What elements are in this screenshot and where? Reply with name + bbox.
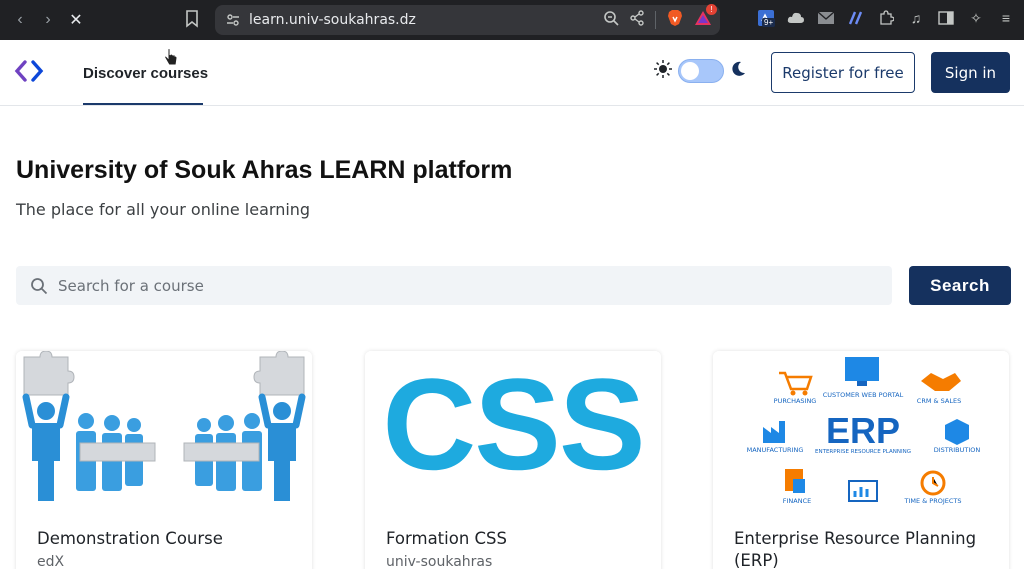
zoom-icon[interactable]	[603, 10, 619, 31]
page-title: University of Souk Ahras LEARN platform	[16, 156, 513, 184]
course-org: univ-soukahras	[386, 554, 493, 569]
share-icon[interactable]	[629, 9, 645, 31]
site-header: Discover courses Register for free Sign …	[0, 40, 1024, 106]
extension-icon[interactable]: 9+	[756, 8, 776, 28]
mail-icon[interactable]	[816, 8, 836, 28]
analytics-icon[interactable]	[846, 8, 866, 28]
erp-logo-text: ERP	[826, 410, 900, 451]
forward-icon[interactable]: ›	[34, 6, 62, 34]
menu-icon[interactable]: ≡	[996, 8, 1016, 28]
leo-ai-icon[interactable]: ✧	[966, 8, 986, 28]
url-text: learn.univ-soukahras.dz	[249, 12, 416, 28]
course-card-formation-css[interactable]: CSS Formation CSS univ-soukahras	[365, 351, 661, 569]
extensions-bar: 9+ ♫ ✧ ≡	[756, 8, 1016, 28]
active-tab-indicator	[83, 103, 203, 105]
bookmark-icon[interactable]	[185, 10, 203, 30]
site-logo-icon[interactable]	[14, 59, 46, 83]
address-bar[interactable]: learn.univ-soukahras.dz !	[215, 3, 720, 35]
course-card-erp[interactable]: CUSTOMER WEB PORTAL PURCHASING CRM & SAL…	[713, 351, 1009, 569]
course-image-teamwork	[16, 351, 312, 511]
svg-text:TIME & PROJECTS: TIME & PROJECTS	[903, 497, 961, 505]
cloud-extension-icon[interactable]	[786, 8, 806, 28]
brave-shields-icon[interactable]	[666, 9, 684, 32]
site-info-icon[interactable]	[225, 12, 241, 28]
register-button[interactable]: Register for free	[771, 52, 915, 93]
svg-text:PURCHASING: PURCHASING	[774, 397, 817, 405]
search-input[interactable]	[58, 276, 858, 295]
search-icon	[30, 277, 48, 295]
course-card-demonstration[interactable]: Demonstration Course edX	[16, 351, 312, 569]
svg-text:DISTRIBUTION: DISTRIBUTION	[934, 446, 981, 454]
music-icon[interactable]: ♫	[906, 8, 926, 28]
course-title: Demonstration Course	[37, 529, 223, 548]
sign-in-button[interactable]: Sign in	[931, 52, 1010, 93]
search-field[interactable]	[16, 266, 892, 305]
brave-rewards-icon[interactable]: !	[694, 3, 717, 32]
divider	[655, 11, 656, 29]
svg-text:CRM & SALES: CRM & SALES	[917, 397, 961, 405]
course-image-css: CSS	[365, 351, 661, 511]
browser-toolbar: ‹ › ✕ learn.univ-soukahras.dz ! 9+ ♫ ✧ ≡	[0, 0, 1024, 40]
sun-icon	[654, 59, 672, 83]
course-title: Enterprise Resource Planning (ERP)	[734, 529, 977, 569]
svg-text:ENTERPRISE RESOURCE PLANNING: ENTERPRISE RESOURCE PLANNING	[815, 449, 911, 455]
svg-text:CUSTOMER WEB PORTAL: CUSTOMER WEB PORTAL	[823, 391, 904, 399]
stop-loading-icon[interactable]: ✕	[62, 6, 90, 34]
back-icon[interactable]: ‹	[6, 6, 34, 34]
switch-knob	[681, 62, 699, 80]
sidebar-icon[interactable]	[936, 8, 956, 28]
search-button[interactable]: Search	[909, 266, 1011, 305]
hand-cursor-icon	[163, 48, 179, 73]
course-org: edX	[37, 554, 65, 569]
nav-tab-discover-courses[interactable]: Discover courses	[83, 40, 208, 106]
theme-toggle[interactable]	[654, 59, 746, 83]
moon-icon	[730, 61, 746, 82]
svg-text:MANUFACTURING: MANUFACTURING	[747, 446, 804, 454]
theme-switch[interactable]	[678, 59, 724, 83]
css-logo-text: CSS	[382, 351, 643, 497]
course-title: Formation CSS	[386, 529, 507, 548]
course-image-erp: CUSTOMER WEB PORTAL PURCHASING CRM & SAL…	[713, 351, 1009, 511]
rewards-badge: !	[706, 3, 717, 15]
extension-badge: 9+	[762, 18, 776, 27]
svg-text:FINANCE: FINANCE	[783, 497, 811, 505]
page-subtitle: The place for all your online learning	[16, 200, 311, 219]
puzzle-icon[interactable]	[876, 8, 896, 28]
